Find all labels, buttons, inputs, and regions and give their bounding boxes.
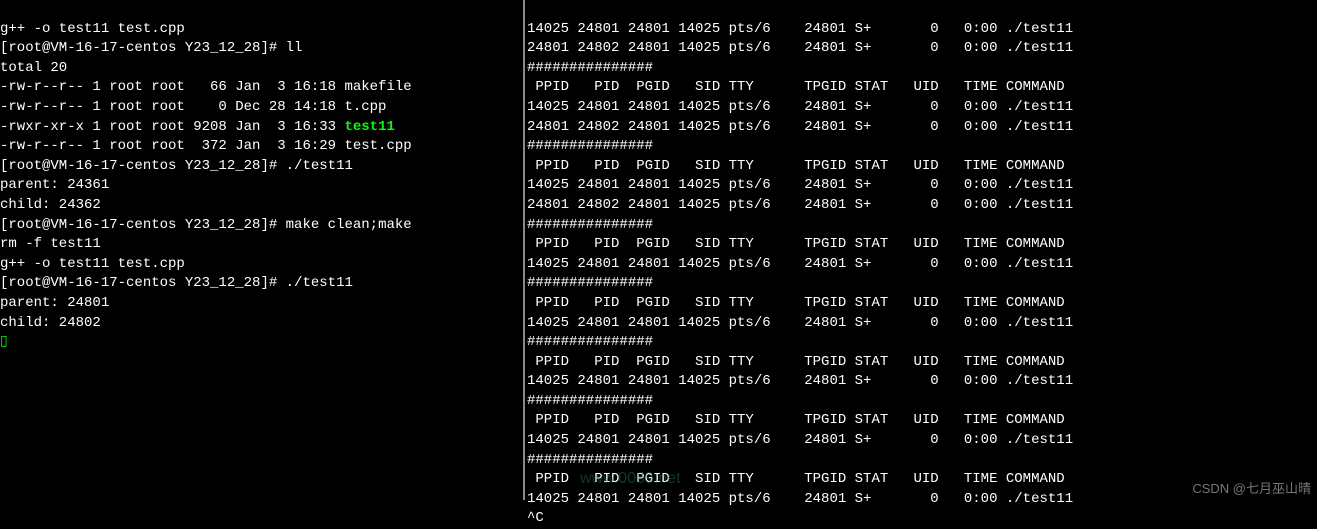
ps-row: 24801 24802 24801 14025 pts/6 24801 S+ 0… xyxy=(527,119,1073,135)
ps-row: 24801 24802 24801 14025 pts/6 24801 S+ 0… xyxy=(527,197,1073,213)
ps-row: 14025 24801 24801 14025 pts/6 24801 S+ 0… xyxy=(527,256,1073,272)
ps-header: PPID PID PGID SID TTY TPGID STAT UID TIM… xyxy=(527,412,1065,428)
command: ./test11 xyxy=(286,158,353,174)
separator: ############### xyxy=(527,452,653,468)
prompt: [root@VM-16-17-centos Y23_12_28]# xyxy=(0,275,286,291)
ps-row: 24801 24802 24801 14025 pts/6 24801 S+ 0… xyxy=(527,40,1073,56)
executable-name: test11 xyxy=(344,119,394,135)
ps-header: PPID PID PGID SID TTY TPGID STAT UID TIM… xyxy=(527,158,1065,174)
output-line: g++ -o test11 test.cpp xyxy=(0,256,185,272)
cursor-icon: ▯ xyxy=(0,334,8,350)
ps-row: 14025 24801 24801 14025 pts/6 24801 S+ 0… xyxy=(527,177,1073,193)
separator: ############### xyxy=(527,217,653,233)
ls-row: -rw-r--r-- 1 root root 0 Dec 28 14:18 t.… xyxy=(0,99,386,115)
ls-row: -rw-r--r-- 1 root root 66 Jan 3 16:18 ma… xyxy=(0,79,412,95)
output-line: total 20 xyxy=(0,60,67,76)
output-line: child: 24362 xyxy=(0,197,101,213)
prompt: [root@VM-16-17-centos Y23_12_28]# xyxy=(0,158,286,174)
command: ./test11 xyxy=(286,275,353,291)
ps-header: PPID PID PGID SID TTY TPGID STAT UID TIM… xyxy=(527,236,1065,252)
ps-row: 14025 24801 24801 14025 pts/6 24801 S+ 0… xyxy=(527,99,1073,115)
ps-header: PPID PID PGID SID TTY TPGID STAT UID TIM… xyxy=(527,295,1065,311)
prompt: [root@VM-16-17-centos Y23_12_28]# xyxy=(0,40,286,56)
ls-row: -rwxr-xr-x 1 root root 9208 Jan 3 16:33 xyxy=(0,119,344,135)
output-line: g++ -o test11 test.cpp xyxy=(0,21,185,37)
watermark-csdn: CSDN @七月巫山晴 xyxy=(1192,480,1311,498)
left-terminal[interactable]: g++ -o test11 test.cpp [root@VM-16-17-ce… xyxy=(0,0,525,500)
watermark-url: www.0069.net xyxy=(580,468,681,490)
command: make clean;make xyxy=(286,217,412,233)
separator: ############### xyxy=(527,334,653,350)
prompt: [root@VM-16-17-centos Y23_12_28]# xyxy=(0,217,286,233)
output-line: rm -f test11 xyxy=(0,236,101,252)
ps-header: PPID PID PGID SID TTY TPGID STAT UID TIM… xyxy=(527,354,1065,370)
output-line: parent: 24361 xyxy=(0,177,109,193)
ctrlc: ^C xyxy=(527,510,544,526)
ps-row: 14025 24801 24801 14025 pts/6 24801 S+ 0… xyxy=(527,21,1073,37)
separator: ############### xyxy=(527,275,653,291)
separator: ############### xyxy=(527,60,653,76)
ps-header: PPID PID PGID SID TTY TPGID STAT UID TIM… xyxy=(527,79,1065,95)
ps-row: 14025 24801 24801 14025 pts/6 24801 S+ 0… xyxy=(527,315,1073,331)
separator: ############### xyxy=(527,393,653,409)
ps-row: 14025 24801 24801 14025 pts/6 24801 S+ 0… xyxy=(527,491,1073,507)
output-line: parent: 24801 xyxy=(0,295,109,311)
output-line: child: 24802 xyxy=(0,315,101,331)
separator: ############### xyxy=(527,138,653,154)
ps-row: 14025 24801 24801 14025 pts/6 24801 S+ 0… xyxy=(527,373,1073,389)
right-terminal[interactable]: 14025 24801 24801 14025 pts/6 24801 S+ 0… xyxy=(525,0,1317,500)
ps-row: 14025 24801 24801 14025 pts/6 24801 S+ 0… xyxy=(527,432,1073,448)
ls-row: -rw-r--r-- 1 root root 372 Jan 3 16:29 t… xyxy=(0,138,412,154)
command: ll xyxy=(286,40,303,56)
